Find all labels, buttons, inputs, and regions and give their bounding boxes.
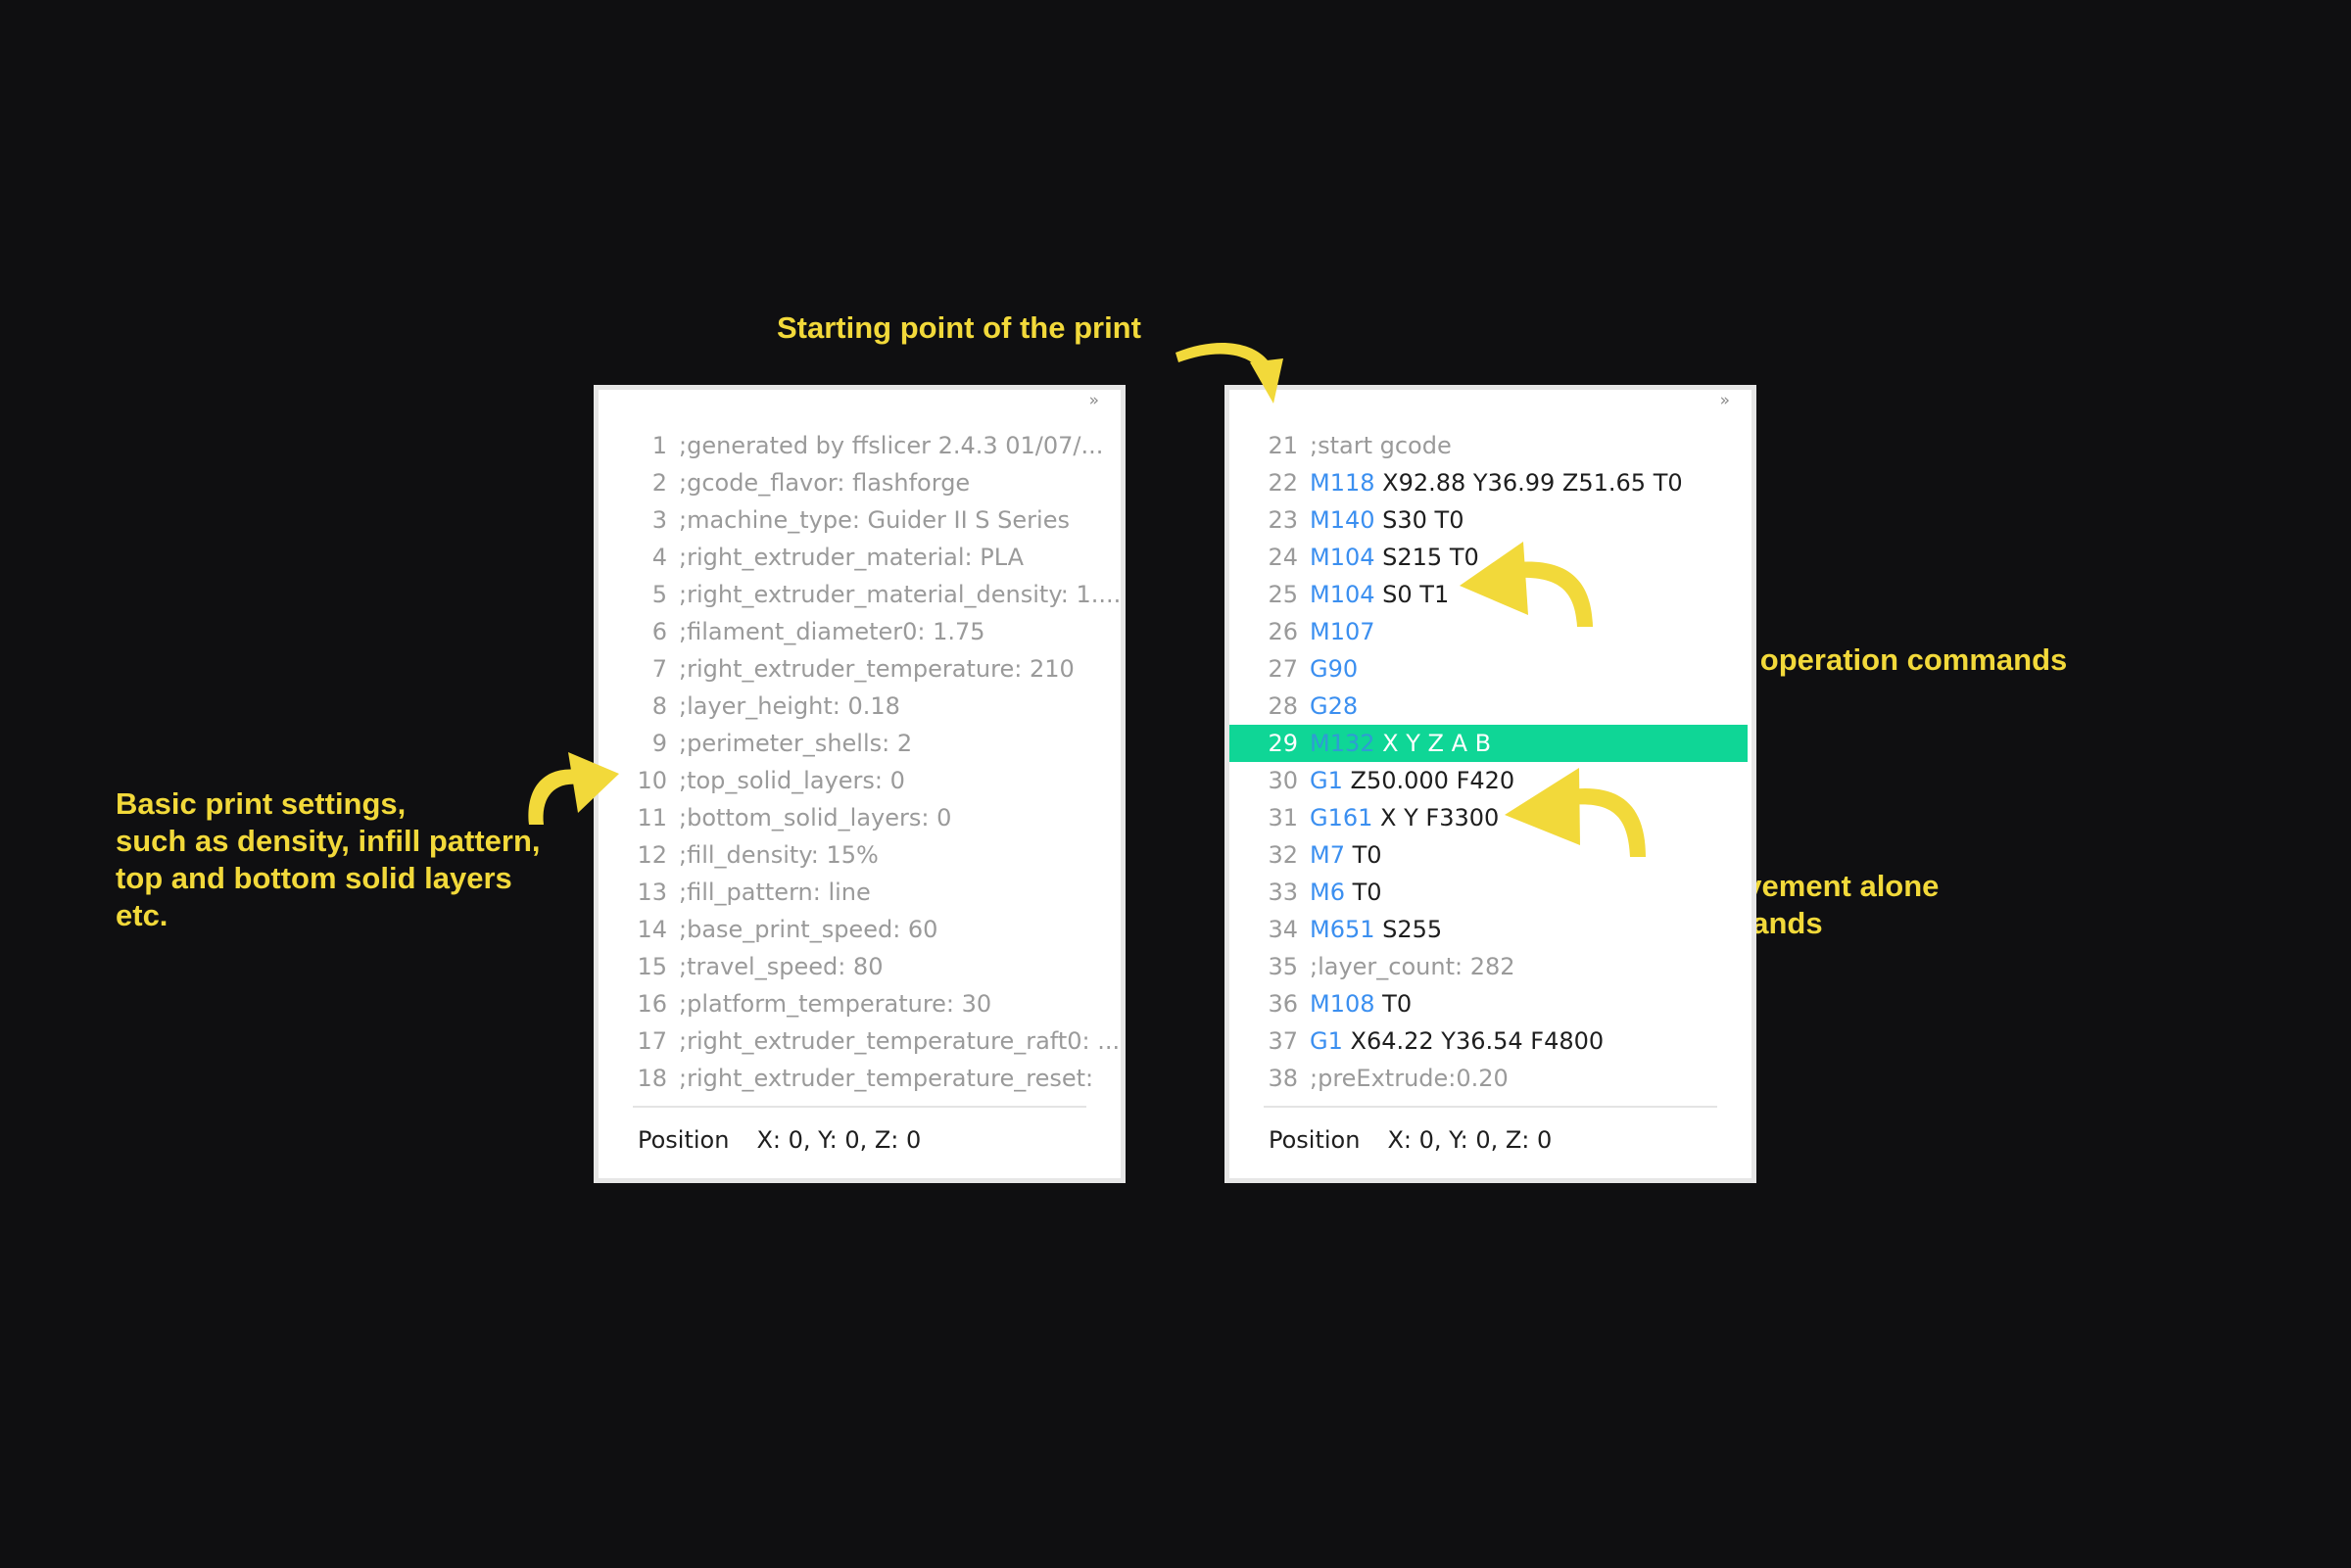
curved-arrow-icon [528, 752, 619, 825]
curved-arrow-icon [1505, 768, 1646, 857]
curved-arrow-icon [1176, 342, 1283, 404]
curved-arrow-icon [1460, 542, 1593, 627]
annotation-arrows [528, 342, 1646, 857]
